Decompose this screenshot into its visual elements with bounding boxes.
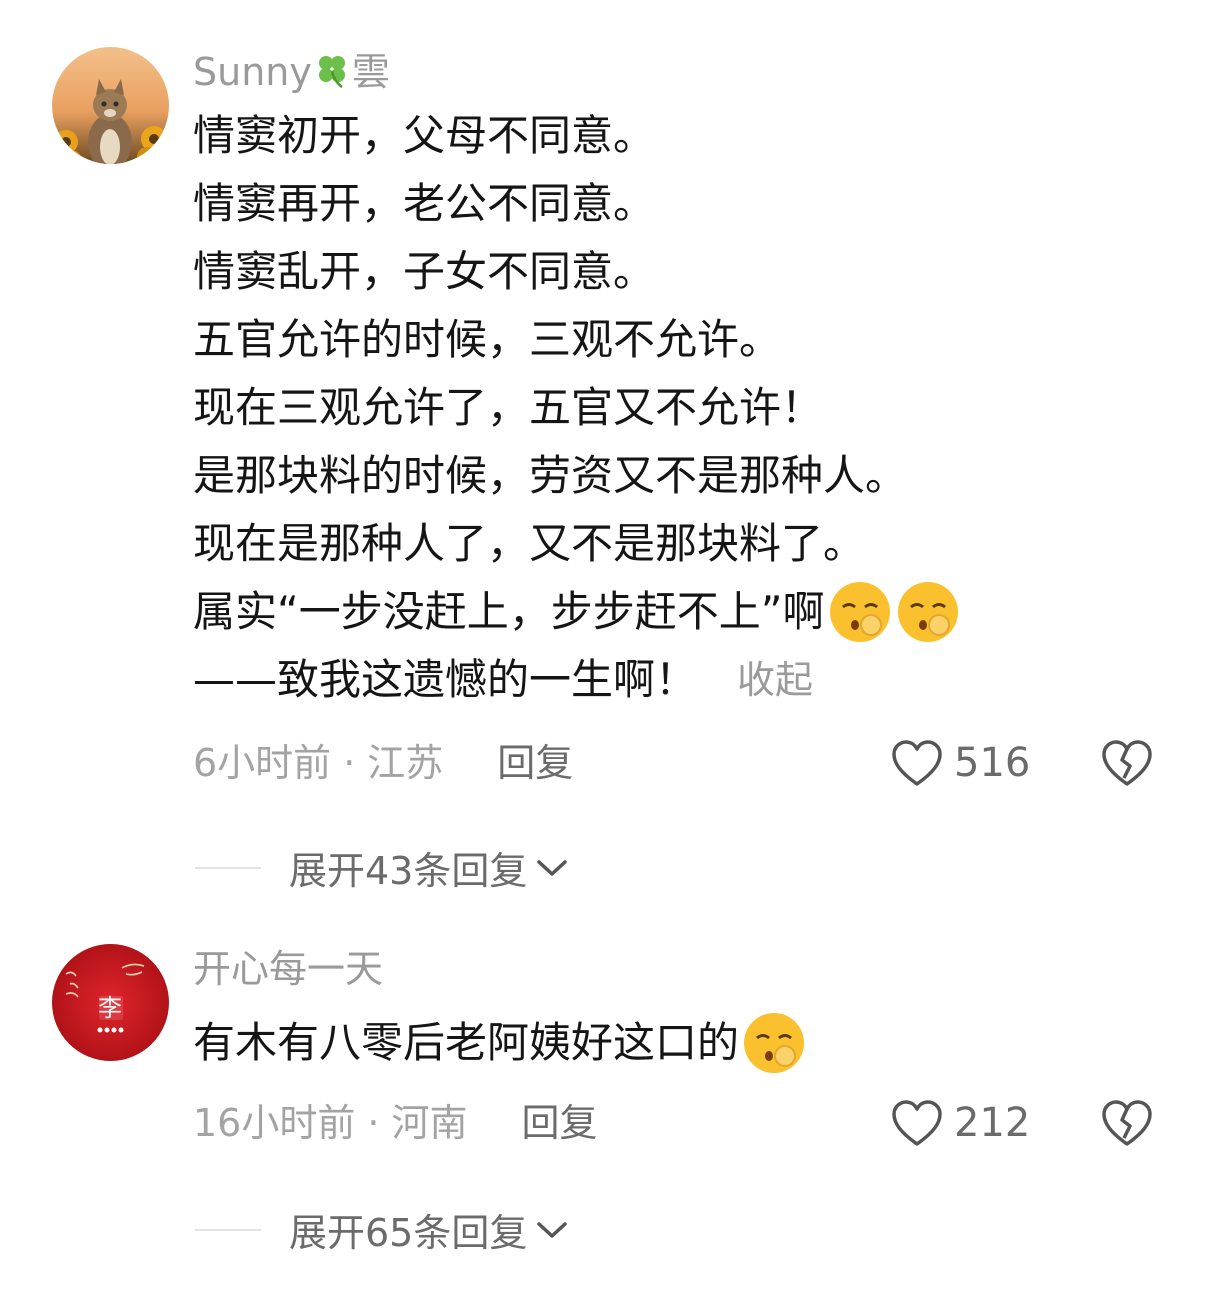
- comment-line: 情窦乱开，子女不同意。: [193, 247, 656, 296]
- comment-line: 五官允许的时候，三观不允许。: [193, 315, 782, 364]
- broken-heart-icon: [1102, 740, 1152, 786]
- comment-line: 情窦初开，父母不同意。: [193, 111, 656, 160]
- chevron-down-icon: [537, 1221, 568, 1238]
- comment-meta: 6小时前 · 江苏 回复: [193, 740, 573, 786]
- comment-body: 有木有八零后老阿姨好这口的: [193, 1009, 807, 1077]
- cat-avatar-image: [52, 47, 169, 164]
- username[interactable]: Sunny 雲: [193, 49, 390, 95]
- heart-icon: [892, 740, 942, 786]
- comment-line-text: ——致我这遗憾的一生啊！: [193, 655, 698, 704]
- comment-body: 情窦初开，父母不同意。 情窦再开，老公不同意。 情窦乱开，子女不同意。 五官允许…: [193, 102, 961, 714]
- comment-line-with-emoji: 属实“一步没赶上，步步赶不上”啊: [193, 578, 961, 646]
- like-count: 516: [954, 740, 1031, 786]
- comment-location: 河南: [391, 1101, 468, 1145]
- like-count: 212: [954, 1100, 1031, 1146]
- sleepy-emoji-icon: [895, 579, 961, 645]
- comment-meta: 16小时前 · 河南 回复: [193, 1100, 597, 1146]
- sleepy-emoji-icon: [827, 579, 893, 645]
- expand-replies-label: 展开65条回复: [289, 1211, 528, 1255]
- comment-line-last: ——致我这遗憾的一生啊！ 收起: [193, 646, 961, 714]
- like-button[interactable]: 212: [890, 1098, 1030, 1148]
- expand-replies[interactable]: 展开65条回复: [195, 1202, 569, 1257]
- comment-location: 江苏: [367, 741, 444, 785]
- calligraphy-avatar-image: 李: [52, 944, 169, 1061]
- chevron-down-icon: [537, 859, 568, 876]
- comment-line: 是那块料的时候，劳资又不是那种人。: [193, 451, 908, 500]
- divider-line: [195, 866, 261, 869]
- comment-time: 6小时前: [193, 741, 332, 785]
- comment-line-text: 属实“一步没赶上，步步赶不上”啊: [193, 587, 825, 636]
- sleepy-emoji-icon: [741, 1010, 807, 1076]
- dislike-button[interactable]: [1100, 1098, 1154, 1152]
- comment-line: 现在三观允许了，五官又不允许！: [193, 383, 824, 432]
- meta-separator: ·: [343, 741, 356, 785]
- username-suffix: 雲: [351, 50, 390, 94]
- divider-line: [195, 1228, 261, 1231]
- heart-icon: [892, 1100, 942, 1146]
- broken-heart-icon: [1102, 1100, 1152, 1146]
- reply-button[interactable]: 回复: [521, 1100, 597, 1146]
- reply-button[interactable]: 回复: [497, 740, 573, 786]
- avatar[interactable]: 李: [52, 944, 169, 1061]
- comment-time: 16小时前: [193, 1101, 356, 1145]
- dislike-button[interactable]: [1100, 738, 1154, 792]
- collapse-link[interactable]: 收起: [737, 646, 813, 714]
- comment-line-text: 有木有八零后老阿姨好这口的: [193, 1018, 740, 1067]
- username[interactable]: 开心每一天: [193, 946, 383, 992]
- comment-line-with-emoji: 有木有八零后老阿姨好这口的: [193, 1009, 807, 1077]
- comment-line: 现在是那种人了，又不是那块料了。: [193, 519, 866, 568]
- avatar-character: 李: [98, 994, 122, 1022]
- like-button[interactable]: 516: [890, 738, 1030, 788]
- username-text: Sunny: [193, 50, 312, 94]
- comment-line: 情窦再开，老公不同意。: [193, 179, 656, 228]
- meta-separator: ·: [367, 1101, 380, 1145]
- clover-emoji-icon: [312, 50, 352, 94]
- expand-replies[interactable]: 展开43条回复: [195, 840, 569, 895]
- avatar[interactable]: [52, 47, 169, 164]
- expand-replies-label: 展开43条回复: [289, 849, 528, 893]
